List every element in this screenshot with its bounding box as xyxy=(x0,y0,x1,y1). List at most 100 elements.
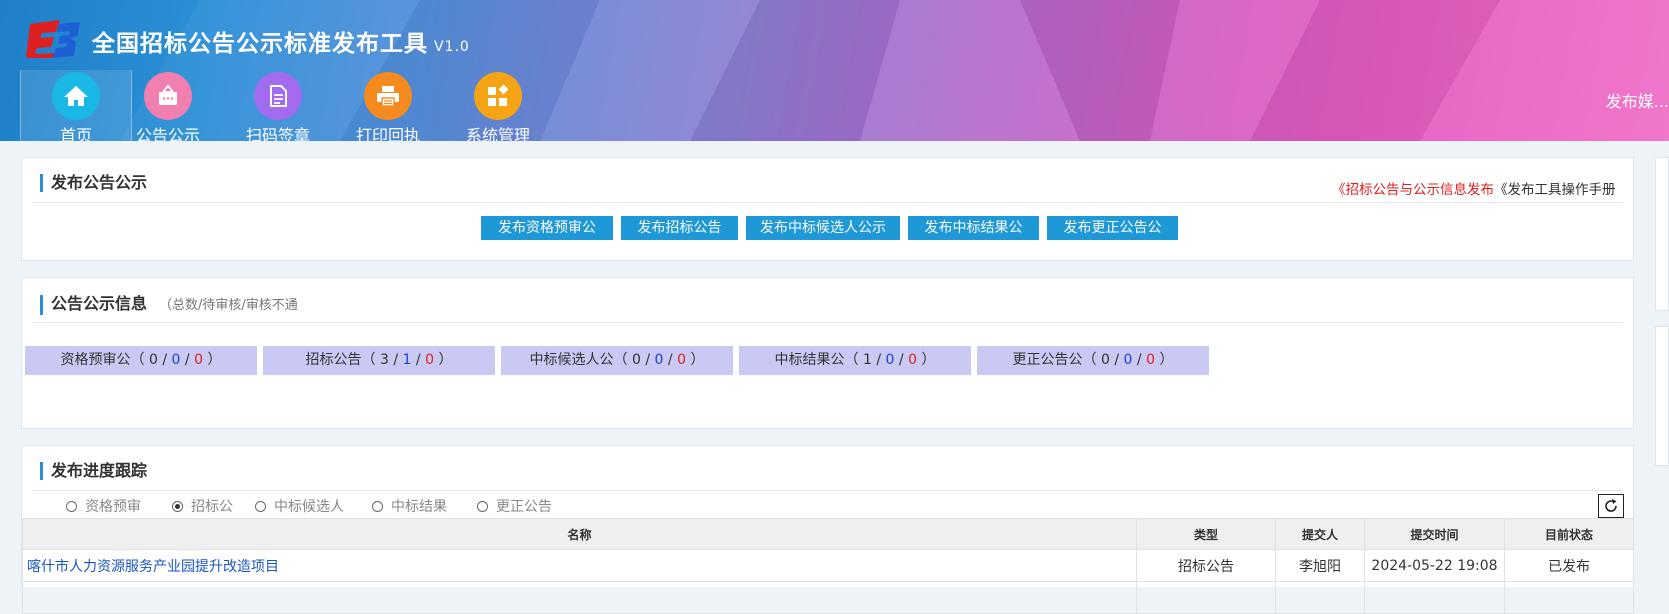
doc-links: 《招标公告与公示信息发布《发布工具操作手册 xyxy=(1332,178,1627,198)
radio-button[interactable] xyxy=(255,500,266,512)
stat-pending: 1 xyxy=(402,352,412,368)
radio-button[interactable] xyxy=(477,500,488,512)
column-header-time: 提交时间 xyxy=(1364,518,1505,550)
radio-label: 更正公告 xyxy=(496,499,552,515)
side-panel-edge xyxy=(1655,157,1669,311)
info-panel-note: （总数/待审核/审核不通 xyxy=(159,298,298,313)
app-version: V1.0 xyxy=(434,39,470,55)
nav-label-scan-sign: 扫码签章 xyxy=(245,126,310,141)
stat-total: 3 xyxy=(379,352,389,368)
tool-manual-link[interactable]: 《发布工具操作手册 xyxy=(1494,182,1616,198)
app-logo-icon xyxy=(26,20,80,58)
publish-candidate-notice-button[interactable]: 发布中标候选人公示 xyxy=(746,216,900,240)
empty-cell xyxy=(22,581,1137,614)
printer-icon xyxy=(364,72,412,120)
side-panel-edge xyxy=(1655,326,1669,466)
app-header: 全国招标公告公示标准发布工具 V1.0 首页 公告公示 扫码签章 打印回执 系统… xyxy=(0,0,1669,141)
stat-total: 0 xyxy=(631,352,641,368)
stat-pending: 0 xyxy=(654,352,664,368)
nav-label-print-receipt: 打印回执 xyxy=(355,126,420,141)
filter-result[interactable]: 中标结果 xyxy=(372,496,447,516)
progress-panel-title: 发布进度跟踪 xyxy=(40,462,147,480)
filter-prequalification[interactable]: 资格预审 xyxy=(66,496,141,516)
publish-panel: 发布公告公示 《招标公告与公示信息发布《发布工具操作手册 发布资格预审公 发布招… xyxy=(21,157,1634,261)
nav-label-notices: 公告公示 xyxy=(135,126,200,141)
app-title-text: 全国招标公告公示标准发布工具 xyxy=(92,31,428,57)
app-title: 全国招标公告公示标准发布工具 V1.0 xyxy=(92,24,470,58)
nav-label-system-admin: 系统管理 xyxy=(465,126,530,141)
info-panel-title-text: 公告公示信息 xyxy=(51,294,148,313)
publish-panel-title: 发布公告公示 xyxy=(40,174,147,192)
radio-button-checked[interactable] xyxy=(172,500,183,512)
divider xyxy=(32,202,1623,203)
nav-item-notices[interactable]: 公告公示 xyxy=(113,70,223,141)
progress-panel: 发布进度跟踪 资格预审 招标公 中标候选人 中标结果 更正公告 名称 类型 提交… xyxy=(21,445,1634,614)
column-header-type: 类型 xyxy=(1136,518,1276,550)
info-panel-title: 公告公示信息 （总数/待审核/审核不通 xyxy=(40,295,298,315)
refresh-button[interactable] xyxy=(1598,494,1624,518)
publish-prequalification-button[interactable]: 发布资格预审公 xyxy=(481,216,613,240)
row-time: 2024-05-22 19:08 xyxy=(1364,549,1505,582)
stat-total: 0 xyxy=(1100,352,1110,368)
home-icon xyxy=(52,72,100,120)
table-header-row: 名称 类型 提交人 提交时间 目前状态 xyxy=(22,518,1634,550)
stat-pending: 0 xyxy=(171,352,181,368)
filter-correction[interactable]: 更正公告 xyxy=(477,496,552,516)
notice-board-icon xyxy=(144,72,192,120)
stat-rejected: 0 xyxy=(194,352,203,368)
radio-button[interactable] xyxy=(372,500,383,512)
empty-cell xyxy=(1504,581,1634,614)
grid-settings-icon xyxy=(474,72,522,120)
table-row: 喀什市人力资源服务产业园提升改造项目 招标公告 李旭阳 2024-05-22 1… xyxy=(22,549,1634,582)
radio-label: 资格预审 xyxy=(85,499,141,515)
stat-result-notice[interactable]: 中标结果公（ 1 / 0 / 0 ） xyxy=(739,346,971,375)
document-icon xyxy=(254,72,302,120)
row-status: 已发布 xyxy=(1504,549,1634,582)
divider xyxy=(32,322,1623,323)
publish-tender-notice-button[interactable]: 发布招标公告 xyxy=(621,216,738,240)
stat-pending: 0 xyxy=(1123,352,1133,368)
publish-correction-notice-button[interactable]: 发布更正公告公 xyxy=(1047,216,1178,240)
publishing-rules-link[interactable]: 《招标公告与公示信息发布 xyxy=(1332,182,1494,198)
stat-rejected: 0 xyxy=(1146,352,1155,368)
stat-prequalification[interactable]: 资格预审公（ 0 / 0 / 0 ） xyxy=(25,346,257,375)
stat-rejected: 0 xyxy=(425,352,434,368)
row-type: 招标公告 xyxy=(1136,549,1276,582)
publish-result-notice-button[interactable]: 发布中标结果公 xyxy=(908,216,1039,240)
progress-table: 名称 类型 提交人 提交时间 目前状态 喀什市人力资源服务产业园提升改造项目 招… xyxy=(22,518,1634,614)
radio-button[interactable] xyxy=(66,500,77,512)
radio-label: 中标结果 xyxy=(391,499,447,515)
nav-item-scan-sign[interactable]: 扫码签章 xyxy=(223,70,333,141)
empty-cell xyxy=(1136,581,1276,614)
column-header-name: 名称 xyxy=(22,518,1137,550)
refresh-icon xyxy=(1605,499,1617,512)
project-name-link[interactable]: 喀什市人力资源服务产业园提升改造项目 xyxy=(22,549,1137,582)
stat-pending: 0 xyxy=(885,352,895,368)
table-row xyxy=(22,581,1634,614)
filter-tender-notice[interactable]: 招标公 xyxy=(172,496,233,516)
nav-item-system-admin[interactable]: 系统管理 xyxy=(443,70,553,141)
stat-total: 0 xyxy=(148,352,158,368)
nav-item-print-receipt[interactable]: 打印回执 xyxy=(333,70,443,141)
stat-label: 资格预审公 xyxy=(60,352,131,368)
publish-media-link[interactable]: 发布媒... xyxy=(1606,88,1669,112)
stat-correction-notice[interactable]: 更正公告公（ 0 / 0 / 0 ） xyxy=(977,346,1209,375)
stat-candidate-notice[interactable]: 中标候选人公（ 0 / 0 / 0 ） xyxy=(501,346,733,375)
stat-rejected: 0 xyxy=(908,352,917,368)
empty-cell xyxy=(1364,581,1505,614)
stat-label: 中标候选人公 xyxy=(529,352,614,368)
empty-cell xyxy=(1275,581,1365,614)
stat-rejected: 0 xyxy=(677,352,686,368)
info-panel: 公告公示信息 （总数/待审核/审核不通 资格预审公（ 0 / 0 / 0 ） 招标… xyxy=(21,277,1634,429)
stat-label: 招标公告 xyxy=(305,352,362,368)
stat-total: 1 xyxy=(862,352,872,368)
stat-tender-notice[interactable]: 招标公告（ 3 / 1 / 0 ） xyxy=(263,346,495,375)
stat-label: 中标结果公 xyxy=(774,352,845,368)
row-submitter: 李旭阳 xyxy=(1275,549,1365,582)
radio-label: 招标公 xyxy=(191,499,233,515)
radio-label: 中标候选人 xyxy=(274,499,344,515)
column-header-submitter: 提交人 xyxy=(1275,518,1365,550)
filter-candidate[interactable]: 中标候选人 xyxy=(255,496,344,516)
divider xyxy=(32,490,1623,491)
column-header-status: 目前状态 xyxy=(1504,518,1634,550)
